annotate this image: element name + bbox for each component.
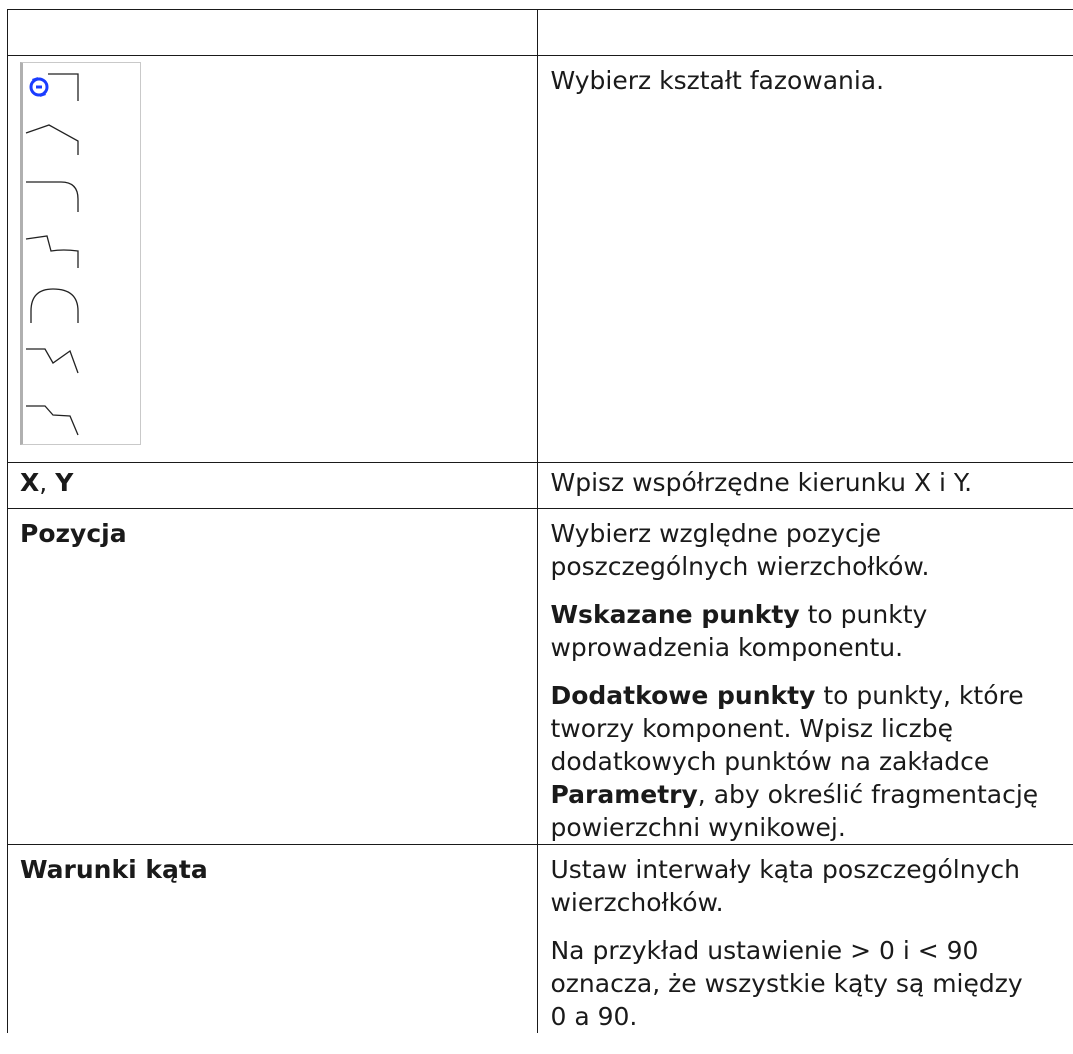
table-header-row	[6, 9, 1073, 56]
chamfer-shape-icons	[25, 73, 79, 436]
text-span: to punkty	[799, 600, 928, 629]
text-line: tworzy komponent. Wpisz liczbę	[550, 714, 953, 743]
label-x: X	[20, 468, 40, 497]
parameters-table: Wybierz kształt fazowania. X, Y Wpisz ws…	[6, 9, 1073, 1033]
header-cell-1	[6, 9, 539, 56]
table-row-xy: X, Y Wpisz współrzędne kierunku X i Y.	[6, 462, 1073, 509]
text-line: Wybierz względne pozycje	[550, 519, 882, 548]
header-cell-2	[537, 9, 1073, 56]
text-line: Ustaw interwały kąta poszczególnych	[550, 855, 1020, 884]
text-line: poszczególnych wierzchołków.	[550, 552, 930, 581]
text-line: powierzchni wynikowej.	[550, 813, 846, 842]
shape-description: Wybierz kształt fazowania.	[550, 66, 885, 95]
position-paragraph-2: Wskazane punkty to punkty wprowadzenia k…	[550, 598, 1073, 664]
text-line: 0 a 90.	[550, 1002, 638, 1031]
parameters-tab-term: Parametry	[550, 780, 698, 809]
table-row-angle: Warunki kąta Ustaw interwały kąta poszcz…	[6, 844, 1073, 1033]
chamfer-arc-icon[interactable]	[30, 288, 79, 323]
indicated-points-term: Wskazane punkty	[550, 600, 800, 629]
position-label-cell: Pozycja	[6, 508, 539, 845]
position-paragraph-1: Wybierz względne pozycje poszczególnych …	[550, 517, 1073, 583]
angle-description-cell: Ustaw interwały kąta poszczególnych wier…	[537, 844, 1073, 1033]
text-span: to punkty, które	[815, 681, 1024, 710]
text-line: Na przykład ustawienie > 0 i < 90	[550, 936, 979, 965]
xy-description: Wpisz współrzędne kierunku X i Y.	[550, 468, 973, 497]
text-span: , aby określić fragmentację	[697, 780, 1039, 809]
text-line: oznacza, że wszystkie kąty są między	[550, 969, 1023, 998]
chamfer-shape-list[interactable]	[20, 62, 141, 445]
position-label: Pozycja	[20, 519, 127, 548]
label-separator: ,	[39, 468, 56, 497]
chamfer-convex-icon[interactable]	[25, 235, 79, 268]
chamfer-zigzag-icon[interactable]	[26, 348, 79, 374]
table-row-position: Pozycja Wybierz względne pozycje poszcze…	[6, 508, 1073, 845]
label-y: Y	[55, 468, 74, 497]
chamfer-rounded-icon[interactable]	[26, 181, 79, 212]
xy-label-cell: X, Y	[6, 462, 539, 509]
text-line: dodatkowych punktów na zakładce	[550, 747, 990, 776]
shape-description-cell: Wybierz kształt fazowania.	[537, 55, 1073, 463]
angle-paragraph-2: Na przykład ustawienie > 0 i < 90 oznacz…	[550, 934, 1073, 1033]
xy-description-cell: Wpisz współrzędne kierunku X i Y.	[537, 462, 1073, 509]
angle-label: Warunki kąta	[20, 855, 208, 884]
angle-paragraph-1: Ustaw interwały kąta poszczególnych wier…	[550, 853, 1073, 919]
text-line: wprowadzenia komponentu.	[550, 633, 904, 662]
table-row-shape: Wybierz kształt fazowania.	[6, 55, 1073, 463]
chamfer-line-icon[interactable]	[25, 124, 79, 155]
position-paragraph-3: Dodatkowe punkty to punkty, które tworzy…	[550, 679, 1073, 844]
text-line: wierzchołków.	[550, 888, 724, 917]
shape-options-cell	[6, 55, 539, 463]
auto-default-icon[interactable]	[29, 73, 79, 101]
position-description-cell: Wybierz względne pozycje poszczególnych …	[537, 508, 1073, 845]
additional-points-term: Dodatkowe punkty	[550, 681, 816, 710]
angle-label-cell: Warunki kąta	[6, 844, 539, 1033]
chamfer-step-icon[interactable]	[26, 405, 79, 436]
